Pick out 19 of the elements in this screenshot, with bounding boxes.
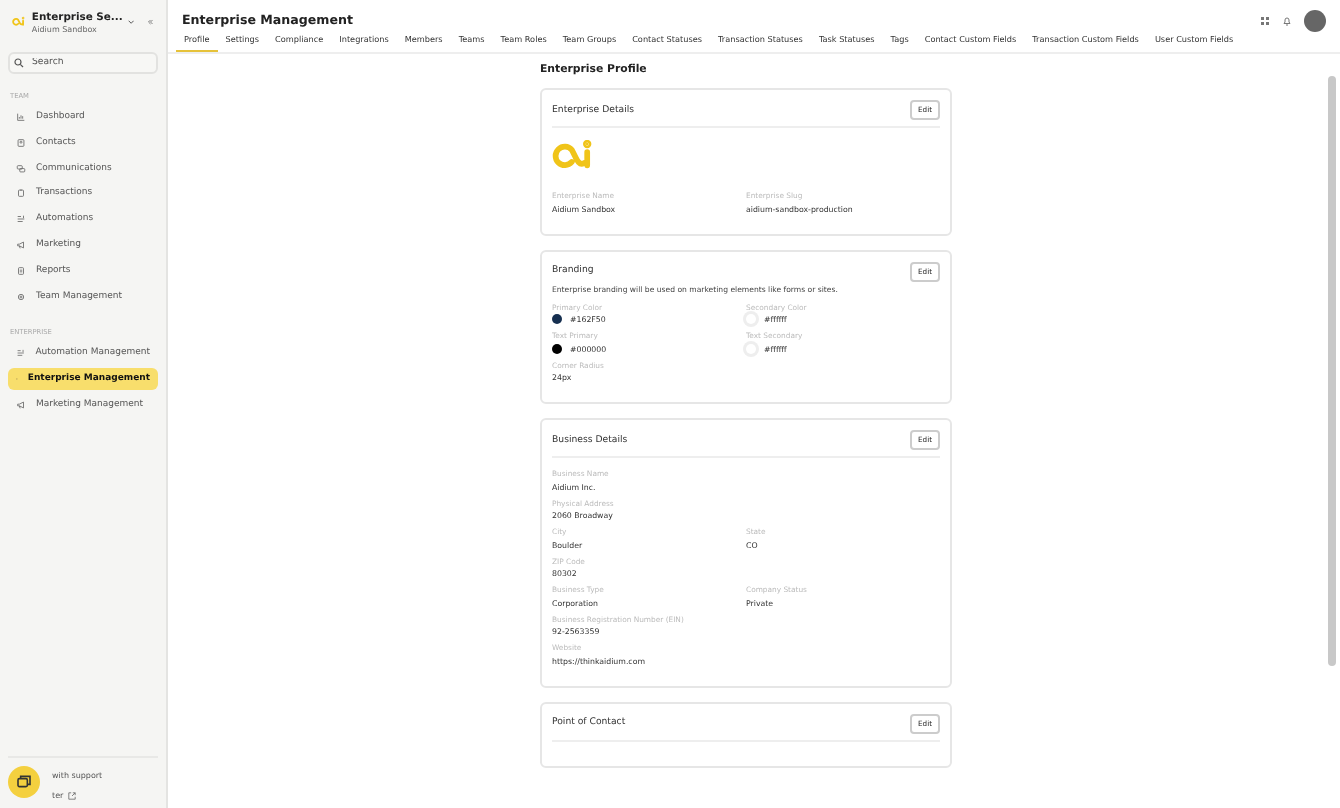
bell-icon[interactable] (1282, 15, 1292, 25)
chat-icon (16, 774, 32, 790)
megaphone-icon (16, 239, 26, 250)
flow-icon (16, 348, 26, 359)
megaphone-icon (16, 399, 26, 410)
chat-button[interactable] (8, 766, 40, 798)
clipboard-icon (16, 188, 26, 199)
contacts-icon (16, 137, 26, 148)
chevron-down-icon[interactable] (128, 18, 135, 26)
grid-icon[interactable] (1260, 15, 1270, 25)
avatar[interactable] (1304, 9, 1326, 31)
search-icon (14, 58, 24, 68)
external-link-icon (67, 791, 76, 799)
logo-icon (12, 14, 26, 30)
chart-icon (16, 112, 26, 122)
report-icon (16, 265, 26, 276)
chat-icon (16, 163, 26, 174)
flow-icon (16, 214, 26, 225)
logo-icon (552, 140, 596, 171)
